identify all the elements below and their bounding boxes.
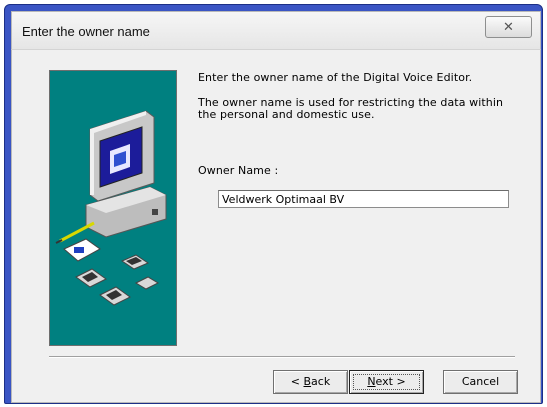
owner-name-field[interactable]: Veldwerk Optimaal BV bbox=[218, 190, 509, 208]
intro-text: Enter the owner name of the Digital Voic… bbox=[198, 71, 473, 84]
owner-name-label: Owner Name : bbox=[198, 164, 279, 177]
focus-ring bbox=[353, 374, 420, 390]
window-title: Enter the owner name bbox=[22, 24, 150, 39]
back-button[interactable]: < Back bbox=[273, 370, 348, 394]
back-button-prefix: < bbox=[290, 375, 304, 388]
computer-setup-icon bbox=[55, 110, 167, 306]
next-button[interactable]: Next > bbox=[349, 370, 424, 394]
separator bbox=[49, 356, 515, 358]
title-bar: Enter the owner name ✕ bbox=[11, 11, 541, 49]
wizard-illustration-panel bbox=[49, 70, 177, 346]
back-button-accel: B bbox=[303, 375, 312, 388]
close-button[interactable]: ✕ bbox=[485, 16, 532, 38]
cancel-button[interactable]: Cancel bbox=[443, 370, 518, 394]
dialog-body: Enter the owner name of the Digital Voic… bbox=[11, 49, 541, 403]
cancel-button-label: Cancel bbox=[461, 375, 500, 388]
close-icon: ✕ bbox=[503, 19, 514, 34]
window-frame: Enter the owner name ✕ Enter the owner n… bbox=[4, 4, 543, 404]
back-button-label: ack bbox=[311, 375, 331, 388]
description-line-2: the personal and domestic use. bbox=[198, 108, 375, 121]
